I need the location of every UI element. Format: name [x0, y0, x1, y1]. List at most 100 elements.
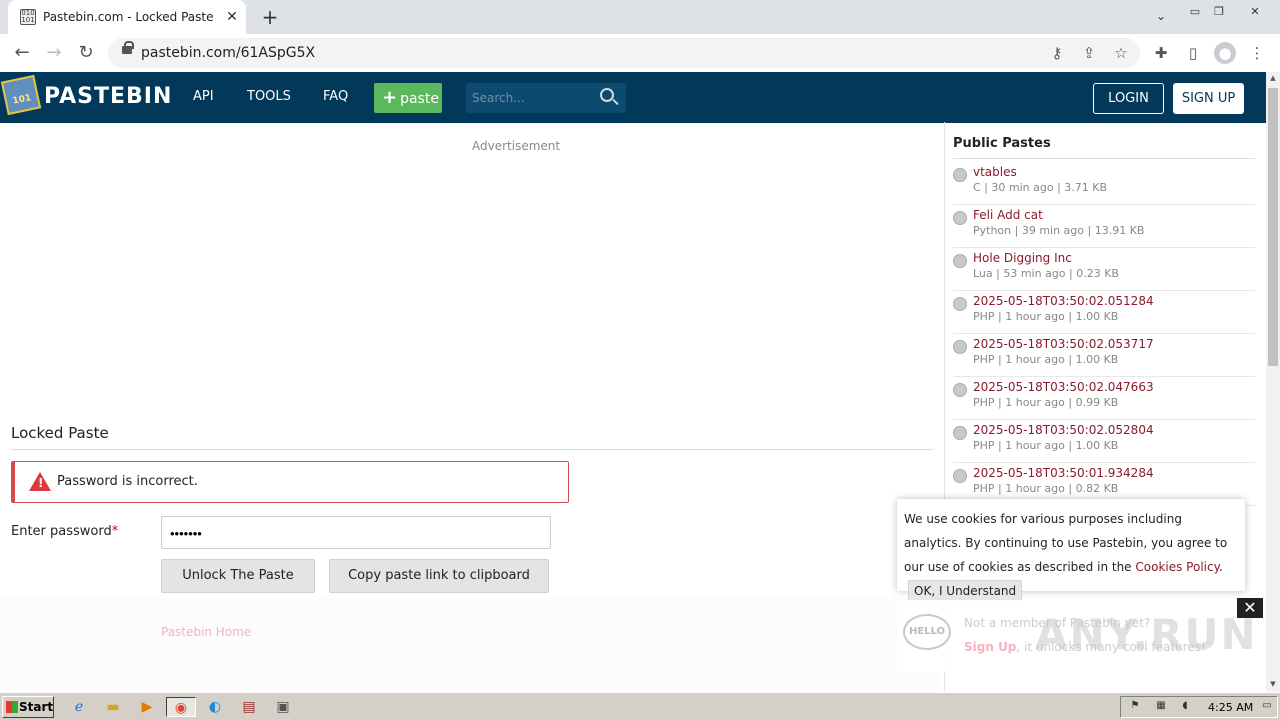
browser-tab[interactable]: 010 101 Pastebin.com - Locked Paste ✕ — [8, 0, 246, 34]
globe-icon — [953, 469, 967, 483]
paste-title-link[interactable]: 2025-05-18T03:50:01.934284 — [973, 466, 1154, 480]
url-text[interactable]: pastebin.com/61ASpG5X — [141, 45, 315, 61]
error-alert: ! Password is incorrect. — [11, 461, 569, 503]
public-paste-item[interactable]: vtables C | 30 min ago | 3.71 KB — [953, 162, 1255, 205]
reload-icon[interactable]: ↻ — [74, 42, 98, 64]
cookies-policy-link[interactable]: Cookies Policy — [1135, 560, 1219, 574]
globe-icon — [953, 426, 967, 440]
page-title: Locked Paste — [11, 424, 109, 442]
cookie-ok-button[interactable]: OK, I Understand — [908, 580, 1023, 602]
ie-icon[interactable]: ℯ — [68, 697, 90, 717]
public-paste-item[interactable]: Hole Digging Inc Lua | 53 min ago | 0.23 … — [953, 248, 1255, 291]
nav-tools[interactable]: TOOLS — [247, 89, 291, 104]
public-paste-item[interactable]: 2025-05-18T03:50:02.051284 PHP | 1 hour a… — [953, 291, 1255, 334]
public-paste-item[interactable]: 2025-05-18T03:50:02.052804 PHP | 1 hour a… — [953, 420, 1255, 463]
pastebin-favicon-icon: 010 101 — [20, 9, 36, 25]
new-paste-button[interactable]: + paste — [374, 83, 442, 113]
password-input[interactable] — [170, 524, 530, 542]
volume-icon[interactable]: ◖ — [1178, 700, 1192, 712]
chrome-icon[interactable]: ◉ — [166, 697, 196, 717]
paste-title-link[interactable]: vtables — [973, 165, 1017, 179]
flag-icon[interactable]: ⚑ — [1128, 700, 1142, 712]
public-paste-item[interactable]: 2025-05-18T03:50:02.047663 PHP | 1 hour a… — [953, 377, 1255, 420]
key-icon[interactable]: ⚷ — [1046, 42, 1068, 64]
login-button[interactable]: LOGIN — [1093, 83, 1164, 114]
paste-meta: Lua | 53 min ago | 0.23 KB — [973, 267, 1119, 280]
tab-title: Pastebin.com - Locked Paste — [43, 10, 214, 24]
media-player-icon[interactable]: ▶ — [136, 697, 158, 717]
globe-icon — [953, 340, 967, 354]
network-icon[interactable]: ▦ — [1154, 700, 1168, 712]
lock-icon[interactable] — [122, 41, 134, 54]
paste-title-link[interactable]: Feli Add cat — [973, 208, 1043, 222]
paste-title-link[interactable]: Hole Digging Inc — [973, 251, 1072, 265]
paste-meta: PHP | 1 hour ago | 0.82 KB — [973, 482, 1119, 495]
site-logo-text[interactable]: PASTEBIN — [44, 84, 172, 109]
bookmark-star-icon[interactable]: ☆ — [1110, 42, 1132, 64]
nav-api[interactable]: API — [193, 89, 214, 104]
paste-title-link[interactable]: 2025-05-18T03:50:02.051284 — [973, 294, 1154, 308]
search-input[interactable] — [472, 89, 592, 107]
hello-bubble-icon: HELLO — [903, 614, 951, 650]
cookie-banner: We use cookies for various purposes incl… — [897, 499, 1245, 602]
window-app-icon[interactable]: ▣ — [272, 697, 294, 717]
paste-meta: PHP | 1 hour ago | 1.00 KB — [973, 310, 1119, 323]
scroll-up-icon[interactable]: ▲ — [1266, 74, 1280, 84]
extensions-puzzle-icon[interactable]: ✚ — [1150, 42, 1172, 64]
cookie-text: We use cookies for various purposes incl… — [904, 507, 1240, 603]
public-paste-item[interactable]: 2025-05-18T03:50:02.053717 PHP | 1 hour a… — [953, 334, 1255, 377]
side-panel-icon[interactable]: ▯ — [1182, 42, 1204, 64]
folder-icon[interactable]: ▬ — [102, 697, 124, 717]
back-arrow-icon[interactable]: ← — [10, 42, 34, 64]
restore-icon[interactable]: ❐ — [1208, 4, 1230, 20]
new-tab-icon[interactable]: + — [258, 6, 282, 28]
overlay-fade — [0, 598, 938, 690]
browser-toolbar: ← → ↻ pastebin.com/61ASpG5X ⚷ ⇪ ☆ ✚ ▯ ● … — [0, 34, 1280, 72]
search-box[interactable] — [466, 83, 626, 113]
pastebin-home-link[interactable]: Pastebin Home — [161, 625, 251, 639]
forward-arrow-icon[interactable]: → — [42, 42, 66, 64]
tab-search-chevron-icon[interactable]: ⌄ — [1150, 8, 1172, 24]
paste-meta: Python | 39 min ago | 13.91 KB — [973, 224, 1145, 237]
password-label: Enter password* — [11, 524, 118, 539]
minimize-icon[interactable]: ▭ — [1184, 4, 1206, 20]
start-button[interactable]: Start — [2, 696, 54, 718]
globe-icon — [953, 383, 967, 397]
paste-title-link[interactable]: 2025-05-18T03:50:02.052804 — [973, 423, 1154, 437]
winrar-icon[interactable]: ▤ — [238, 697, 260, 717]
globe-icon — [953, 254, 967, 268]
window-close-icon[interactable]: ✕ — [1244, 4, 1266, 20]
windows-taskbar: Start ℯ ▬ ▶ ◉ ◐ ▤ ▣ ⚑ ▦ ◖ 4:25 AM ▭ — [0, 692, 1280, 720]
search-icon[interactable] — [600, 88, 614, 102]
scroll-down-icon[interactable]: ▼ — [1266, 680, 1280, 690]
paste-title-link[interactable]: 2025-05-18T03:50:02.047663 — [973, 380, 1154, 394]
copy-link-button[interactable]: Copy paste link to clipboard — [329, 559, 549, 593]
password-label-text: Enter password — [11, 524, 112, 539]
scrollbar-thumb[interactable] — [1268, 88, 1278, 366]
password-field[interactable] — [161, 516, 551, 549]
system-tray — [1120, 696, 1278, 718]
show-desktop-icon[interactable]: ▭ — [1260, 700, 1274, 712]
public-paste-item[interactable]: Feli Add cat Python | 39 min ago | 13.91 … — [953, 205, 1255, 248]
edge-icon[interactable]: ◐ — [204, 697, 226, 717]
signup-button[interactable]: SIGN UP — [1173, 83, 1244, 114]
paste-title-link[interactable]: 2025-05-18T03:50:02.053717 — [973, 337, 1154, 351]
share-icon[interactable]: ⇪ — [1078, 42, 1100, 64]
member-signup-link[interactable]: Sign Up — [964, 640, 1016, 654]
tab-close-icon[interactable]: ✕ — [222, 7, 242, 27]
cookie-text-end: . — [1218, 560, 1223, 574]
paste-meta: C | 30 min ago | 3.71 KB — [973, 181, 1108, 194]
public-pastes-title: Public Pastes — [953, 136, 1051, 151]
browser-tab-bar: 010 101 Pastebin.com - Locked Paste ✕ + … — [0, 0, 1280, 34]
taskbar-clock: 4:25 AM — [1208, 701, 1254, 714]
unlock-paste-button[interactable]: Unlock The Paste — [161, 559, 315, 593]
nav-faq[interactable]: FAQ — [323, 89, 348, 104]
address-bar[interactable]: pastebin.com/61ASpG5X ⚷ ⇪ ☆ — [108, 38, 1140, 68]
profile-avatar-icon[interactable]: ● — [1214, 42, 1236, 64]
sidebar-divider — [953, 158, 1255, 159]
menu-kebab-icon[interactable]: ⋮ — [1246, 42, 1268, 64]
paste-meta: PHP | 1 hour ago | 1.00 KB — [973, 353, 1119, 366]
required-marker: * — [111, 524, 119, 539]
site-header: 101 PASTEBIN API TOOLS FAQ +paste LOGIN … — [0, 72, 1266, 123]
pastebin-logo-icon[interactable]: 101 — [0, 74, 42, 116]
